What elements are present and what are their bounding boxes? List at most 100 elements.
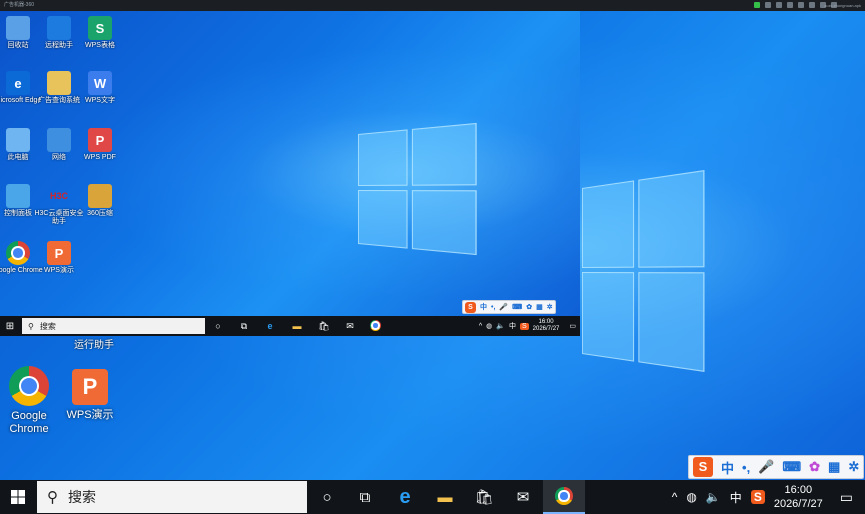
- skin-icon[interactable]: ✿: [809, 459, 820, 475]
- keyboard-icon[interactable]: ⌨: [782, 459, 801, 475]
- desktop-icon-wps-pdf[interactable]: P WPS PDF: [74, 128, 126, 162]
- inner-explorer-icon[interactable]: ▬: [291, 320, 303, 332]
- copy-icon[interactable]: [809, 2, 815, 8]
- inner-edge-icon[interactable]: e: [264, 320, 276, 332]
- session-title: 广告机器-360: [4, 2, 35, 8]
- folder-user-icon: [47, 71, 71, 95]
- desktop-icon-wps-writer[interactable]: W WPS文字: [74, 71, 126, 105]
- power-icon[interactable]: [787, 2, 793, 8]
- clock[interactable]: 16:00 2026/7/27: [774, 483, 823, 511]
- sogou-tray-icon[interactable]: S: [750, 490, 765, 504]
- inner-time: 16:00: [538, 319, 554, 325]
- wps-presentation-icon: P: [72, 369, 108, 405]
- inner-search-placeholder: 搜索: [39, 321, 56, 331]
- start-button[interactable]: [0, 480, 36, 514]
- computer-icon: [6, 128, 30, 152]
- mic-icon[interactable]: 🎤: [758, 459, 774, 475]
- taskview-icon[interactable]: ⧉: [346, 480, 384, 514]
- wps-pdf-icon: P: [88, 128, 112, 152]
- inner-punct-icon[interactable]: •,: [491, 304, 495, 311]
- wps-presentation-icon: P: [47, 241, 71, 265]
- inner-volume-icon[interactable]: 🔈: [496, 322, 505, 330]
- desktop-screen: 广告机器-360 zuzk.zhongnuan.apk 回收站 远程助手 S WPS表…: [0, 0, 865, 514]
- sogou-logo-icon[interactable]: S: [693, 457, 713, 477]
- inner-search-box[interactable]: ⚲ 搜索: [22, 318, 205, 334]
- desktop-icon-label: WPS演示: [66, 409, 114, 421]
- inner-mail-icon[interactable]: ✉: [344, 320, 356, 332]
- inner-apps-icon[interactable]: ▦: [536, 303, 543, 311]
- ime-toolbar[interactable]: S 中 •, 🎤 ⌨ ✿ ▦ ✲: [688, 455, 865, 479]
- inner-ime-toolbar[interactable]: S 中 •, 🎤 ⌨ ✿ ▦ ✲: [462, 300, 556, 314]
- cortana-icon[interactable]: ○: [308, 480, 346, 514]
- apps-icon[interactable]: ▦: [828, 459, 840, 475]
- inner-date: 2026/7/27: [532, 326, 560, 332]
- remote-assist-icon: [47, 16, 71, 40]
- inner-sogou-logo-icon[interactable]: S: [465, 301, 476, 313]
- desktop-icon-label: WPS PDF: [84, 154, 116, 161]
- system-tray: ^ ◍ 🔈 中 S 16:00 2026/7/27 ▭: [672, 480, 865, 514]
- mail-icon[interactable]: ✉: [504, 480, 542, 514]
- chevron-up-icon[interactable]: ^: [672, 490, 678, 504]
- search-box[interactable]: ⚲ 搜索: [37, 481, 307, 513]
- desktop-icon-label: 360压缩: [87, 210, 113, 217]
- search-icon: ⚲: [47, 489, 58, 506]
- inner-keyboard-icon[interactable]: ⌨: [512, 303, 522, 311]
- ime-indicator[interactable]: 中: [730, 489, 742, 506]
- partial-icon-label: 运行助手: [74, 340, 114, 351]
- remote-desktop-window[interactable]: 回收站远程助手SWPS表格eMicrosoft Edge广告查询系统WWPS文字…: [0, 11, 580, 336]
- refresh-icon[interactable]: [776, 2, 782, 8]
- remote-session-bar: 广告机器-360 zuzk.zhongnuan.apk: [0, 0, 865, 11]
- clock-time: 16:00: [784, 484, 813, 496]
- inner-sogou-icon[interactable]: S: [520, 322, 529, 330]
- inner-system-tray: ^ ◍ 🔈 中 S 16:00 2026/7/27 ▭: [479, 316, 580, 336]
- desktop-icon-wps-sheet[interactable]: S WPS表格: [74, 16, 126, 50]
- desktop-icon-label: WPS文字: [85, 97, 115, 104]
- edge-icon: e: [6, 71, 30, 95]
- inner-taskview-icon[interactable]: ⧉: [238, 320, 250, 332]
- back-icon[interactable]: [765, 2, 771, 8]
- h3c-icon: H3C: [49, 191, 68, 201]
- ime-lang[interactable]: 中: [721, 458, 734, 477]
- inner-cortana-icon[interactable]: ○: [212, 320, 224, 332]
- inner-ime-indicator[interactable]: 中: [509, 321, 516, 331]
- windows-wallpaper-logo: [582, 169, 705, 373]
- file-explorer-icon[interactable]: ▬: [426, 480, 464, 514]
- inner-chrome-taskbar-icon[interactable]: [370, 320, 381, 331]
- inner-store-icon[interactable]: 🛍: [318, 320, 330, 332]
- chrome-icon: [6, 241, 30, 265]
- inner-settings-icon[interactable]: ✲: [547, 303, 553, 311]
- inner-search-icon: ⚲: [28, 321, 34, 331]
- inner-start-button[interactable]: ⊞: [0, 316, 20, 336]
- inner-clock[interactable]: 16:00 2026/7/27: [533, 319, 560, 333]
- desktop-icon-label: WPS演示: [44, 267, 74, 274]
- session-device-name: zuzk.zhongnuan.apk: [824, 3, 861, 8]
- inner-notification-icon[interactable]: ▭: [569, 322, 576, 330]
- store-icon[interactable]: 🛍: [465, 480, 503, 514]
- desktop-icon-wps-presentation[interactable]: P WPS演示: [33, 241, 85, 275]
- screen-icon[interactable]: [798, 2, 804, 8]
- inner-skin-icon[interactable]: ✿: [526, 303, 532, 311]
- signal-icon[interactable]: [754, 2, 760, 8]
- inner-network-icon[interactable]: ◍: [486, 322, 492, 330]
- wps-sheet-icon: S: [88, 16, 112, 40]
- chrome-taskbar-icon: [555, 487, 573, 505]
- wps-writer-icon: W: [88, 71, 112, 95]
- network-icon: [47, 128, 71, 152]
- volume-icon[interactable]: 🔈: [706, 490, 721, 504]
- settings-icon[interactable]: ✲: [848, 459, 859, 475]
- inner-mic-icon[interactable]: 🎤: [499, 303, 508, 311]
- inner-ime-lang[interactable]: 中: [480, 302, 487, 312]
- chrome-taskbar-button[interactable]: [543, 480, 585, 514]
- inner-chevron-up-icon[interactable]: ^: [479, 323, 482, 330]
- windows-start-icon: [11, 490, 25, 504]
- notification-icon[interactable]: ▭: [840, 489, 853, 506]
- network-icon[interactable]: ◍: [686, 490, 696, 504]
- desktop-icon-label: WPS表格: [85, 42, 115, 49]
- inner-wallpaper-light: [0, 11, 580, 336]
- inner-windows-logo: [358, 122, 477, 256]
- chrome-icon: [9, 366, 49, 406]
- desktop-icon-zip[interactable]: 360压缩: [74, 184, 126, 218]
- desktop-icon-wps-presentation[interactable]: P WPS演示: [55, 369, 125, 422]
- punct-icon[interactable]: •,: [742, 460, 750, 475]
- edge-taskbar-icon[interactable]: e: [386, 480, 424, 514]
